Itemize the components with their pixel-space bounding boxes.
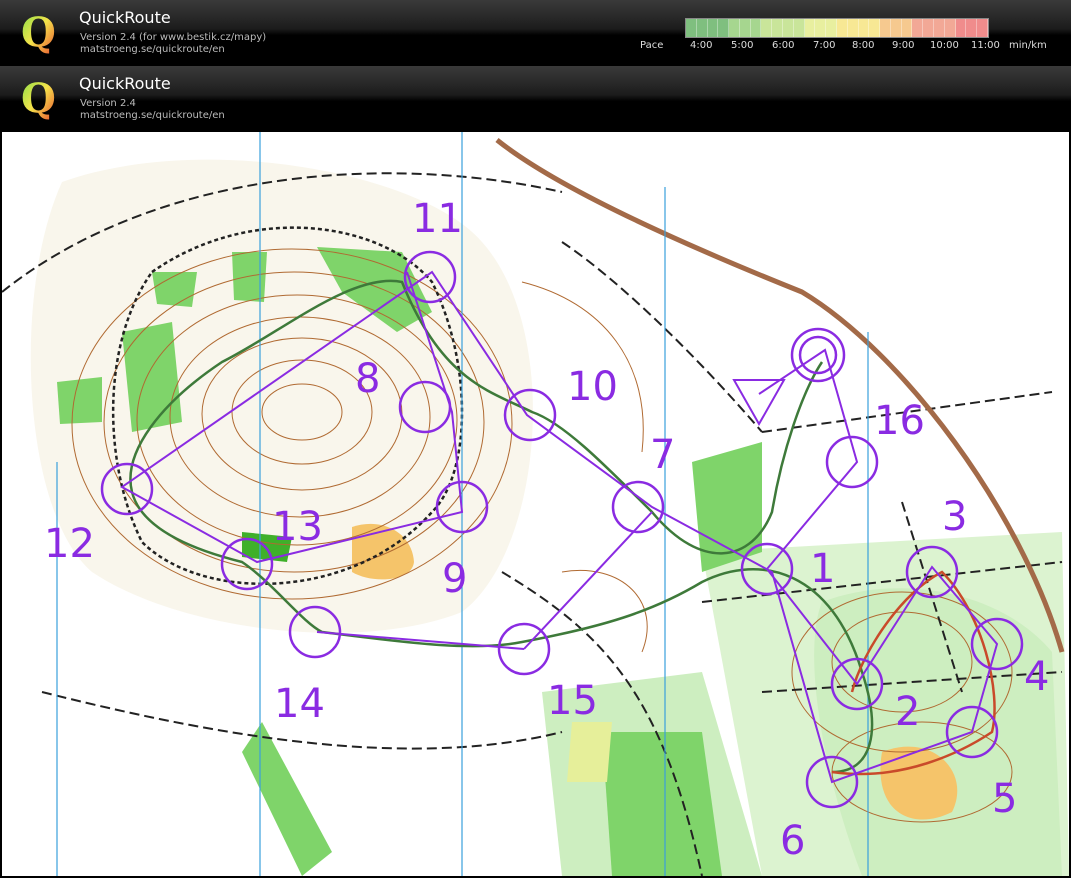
pace-tick: 7:00: [813, 40, 836, 51]
control-label-9: 9: [442, 556, 467, 602]
pace-swatch: [783, 19, 794, 37]
app-title: QuickRoute: [79, 8, 171, 27]
control-label-15: 15: [547, 678, 598, 724]
pace-tick: 4:00: [690, 40, 713, 51]
control-circle-7[interactable]: [611, 480, 665, 534]
control-label-6: 6: [780, 818, 805, 864]
pace-label: Pace: [640, 40, 664, 51]
control-label-13: 13: [272, 504, 323, 550]
pace-swatch: [772, 19, 784, 37]
control-label-4: 4: [1024, 654, 1049, 700]
app-version: Version 2.4: [80, 98, 136, 109]
pace-swatch: [858, 19, 870, 37]
pace-tick: 11:00: [971, 40, 1000, 51]
pace-swatch: [912, 19, 924, 37]
pace-swatch: [933, 19, 945, 37]
app-website: matstroeng.se/quickroute/en: [80, 110, 225, 121]
control-label-1: 1: [810, 546, 835, 592]
start-triangle[interactable]: [732, 379, 786, 427]
quickroute-logo-icon: Q: [21, 9, 56, 54]
quickroute-logo-icon: Q: [21, 75, 56, 120]
control-label-2: 2: [895, 689, 920, 735]
pace-swatch: [804, 19, 816, 37]
pace-swatch: [739, 19, 751, 37]
control-label-16: 16: [874, 398, 925, 444]
pace-swatch: [750, 19, 762, 37]
pace-swatch: [761, 19, 773, 37]
pace-tick: 8:00: [852, 40, 875, 51]
pace-swatch: [707, 19, 719, 37]
pace-swatch: [966, 19, 978, 37]
pace-swatch: [847, 19, 859, 37]
pace-tick: 9:00: [892, 40, 915, 51]
orienteering-map[interactable]: 1 2 3 4 5 6 7 8 9 10 11 12 13 14 15 16: [2, 132, 1069, 876]
pace-swatch: [729, 19, 740, 37]
control-label-8: 8: [355, 356, 380, 402]
pace-swatch: [977, 19, 988, 37]
app-version: Version 2.4 (for www.bestik.cz/mapy): [80, 32, 267, 43]
pace-swatch: [836, 19, 848, 37]
app-website: matstroeng.se/quickroute/en: [80, 44, 225, 55]
pace-tick: 5:00: [731, 40, 754, 51]
pace-swatch: [880, 19, 891, 37]
pace-swatch: [793, 19, 805, 37]
pace-swatch: [696, 19, 708, 37]
control-label-11: 11: [412, 196, 463, 242]
control-label-14: 14: [274, 681, 325, 727]
pace-swatch: [955, 19, 967, 37]
svg-text:Q: Q: [21, 75, 56, 120]
control-label-3: 3: [942, 494, 967, 540]
pace-swatch: [923, 19, 934, 37]
pace-color-scale: [685, 18, 989, 38]
control-label-12: 12: [44, 521, 95, 567]
pace-swatch: [890, 19, 902, 37]
control-label-5: 5: [992, 776, 1017, 822]
control-label-7: 7: [650, 432, 675, 478]
pace-swatch: [944, 19, 956, 37]
pace-swatch: [869, 19, 881, 37]
vegetation-areas: [30, 159, 1069, 876]
pace-swatch: [815, 19, 827, 37]
pace-swatch: [901, 19, 913, 37]
app-title: QuickRoute: [79, 74, 171, 93]
pace-swatch: [826, 19, 837, 37]
pace-swatch: [686, 19, 697, 37]
pace-tick: 6:00: [772, 40, 795, 51]
pace-tick: 10:00: [930, 40, 959, 51]
control-label-10: 10: [567, 364, 618, 410]
header-bar-second: Q QuickRoute Version 2.4 matstroeng.se/q…: [0, 66, 1071, 130]
header-bar-top: Q QuickRoute Version 2.4 (for www.bestik…: [0, 0, 1071, 64]
map-canvas[interactable]: 1 2 3 4 5 6 7 8 9 10 11 12 13 14 15 16: [2, 132, 1069, 876]
pace-swatch: [718, 19, 730, 37]
svg-text:Q: Q: [21, 9, 56, 54]
pace-unit: min/km: [1009, 40, 1047, 51]
